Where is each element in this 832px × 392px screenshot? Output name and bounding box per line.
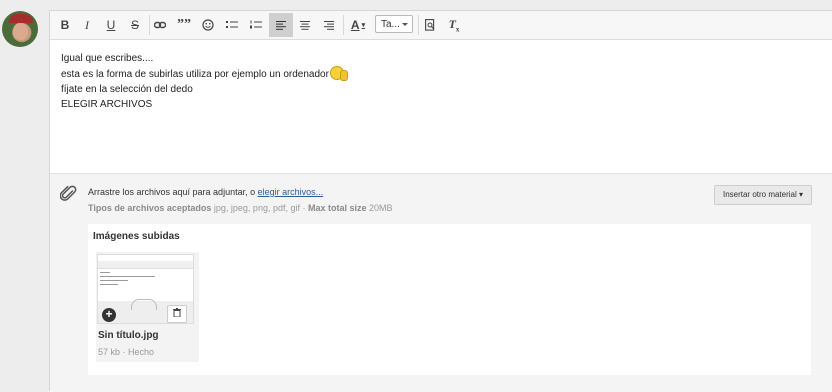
drop-instructions-text: Arrastre los archivos aquí para adjuntar… <box>88 187 258 197</box>
thumbnail-toolbar-sketch <box>98 261 193 269</box>
numbered-list-icon <box>250 20 262 29</box>
thumbnail-line <box>100 276 155 277</box>
thumbnail-line <box>100 272 110 273</box>
plus-circle-icon[interactable]: + <box>102 308 116 322</box>
editor-content[interactable]: Igual que escribes.... esta es la forma … <box>61 51 761 112</box>
editor-line: ELEGIR ARCHIVOS <box>61 99 153 110</box>
clear-format-icon: Tx <box>448 16 460 34</box>
bullet-list-icon <box>226 21 238 28</box>
link-icon <box>154 21 166 29</box>
choose-files-link[interactable]: elegir archivos... <box>258 187 324 197</box>
file-types-label: Tipos de archivos aceptados <box>88 203 212 213</box>
toolbar-divider <box>343 15 344 35</box>
strikethrough-button[interactable]: S <box>124 13 146 37</box>
thumbnail-line <box>100 280 128 281</box>
editor-line: fíjate en la selección del dedo <box>61 84 193 95</box>
preview-button[interactable] <box>419 13 441 37</box>
smiley-icon <box>202 19 214 31</box>
underline-button[interactable]: U <box>100 13 122 37</box>
bold-button[interactable]: B <box>54 13 76 37</box>
trash-icon <box>173 308 181 318</box>
align-left-icon <box>276 20 286 30</box>
file-constraints: Tipos de archivos aceptados jpg, jpeg, p… <box>88 203 393 213</box>
editor-line: esta es la forma de subirlas utiliza por… <box>61 69 329 80</box>
align-left-button[interactable] <box>269 13 293 37</box>
align-center-icon <box>300 20 310 30</box>
avatar-face <box>13 23 28 40</box>
clear-format-label: T <box>448 16 456 31</box>
file-name: Sin título.jpg <box>98 330 159 341</box>
reply-editor: B I U S ”” A ▾ Ta... Tx Igual que escrib… <box>49 10 832 392</box>
text-color-button[interactable]: A ▾ <box>345 13 371 37</box>
uploaded-images-title: Imágenes subidas <box>93 231 180 242</box>
align-right-button[interactable] <box>318 13 340 37</box>
waving-emoji-icon <box>329 66 348 81</box>
editor-toolbar: B I U S ”” A ▾ Ta... Tx <box>50 11 832 40</box>
chevron-down-icon <box>402 23 408 26</box>
bullet-list-button[interactable] <box>221 13 243 37</box>
numbered-list-button[interactable] <box>245 13 267 37</box>
thumbnail-line <box>100 284 118 285</box>
link-button[interactable] <box>149 13 171 37</box>
quote-button[interactable]: ”” <box>173 13 195 37</box>
font-size-select[interactable]: Ta... <box>375 15 413 33</box>
max-size-label: Max total size <box>308 203 367 213</box>
uploaded-images-panel: Imágenes subidas + Sin título.jpg 57 kb … <box>88 224 811 375</box>
align-right-icon <box>324 20 334 30</box>
preview-icon <box>424 19 434 31</box>
clear-format-button[interactable]: Tx <box>443 13 465 37</box>
insert-other-material-button[interactable]: Insertar otro material ▾ <box>714 185 812 205</box>
max-size-value: 20MB <box>369 203 393 213</box>
editor-line: Igual que escribes.... <box>61 53 154 64</box>
emoji-button[interactable] <box>197 13 219 37</box>
avatar-cap <box>9 14 33 23</box>
chevron-down-icon: ▾ <box>361 22 366 29</box>
file-types-value: jpg, jpeg, png, pdf, gif <box>213 203 300 213</box>
editor-line-with-emoji: esta es la forma de subirlas utiliza por… <box>61 66 761 82</box>
trash-button[interactable] <box>167 305 187 323</box>
thumbnail-shape <box>131 299 157 310</box>
drop-instructions: Arrastre los archivos aquí para adjuntar… <box>88 187 323 197</box>
paperclip-icon <box>60 185 77 201</box>
file-meta: 57 kb · Hecho <box>98 347 155 357</box>
italic-button[interactable]: I <box>76 13 98 37</box>
constraints-separator: · <box>302 203 306 213</box>
user-avatar <box>2 11 38 47</box>
text-color-label: A <box>350 18 360 32</box>
align-center-button[interactable] <box>294 13 316 37</box>
attachment-drop-zone[interactable]: Arrastre los archivos aquí para adjuntar… <box>50 173 832 392</box>
font-size-value: Ta... <box>381 19 400 30</box>
uploaded-file-card[interactable]: + Sin título.jpg 57 kb · Hecho <box>96 252 199 362</box>
